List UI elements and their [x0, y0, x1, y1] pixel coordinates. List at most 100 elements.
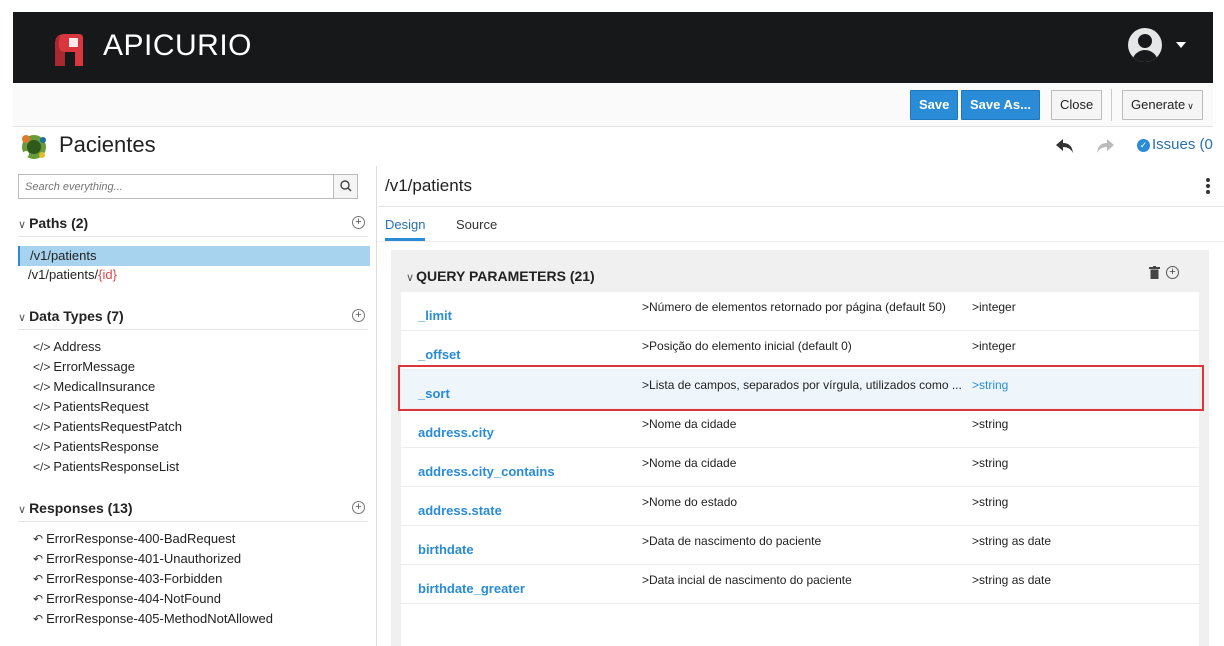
param-description-text: Nome do estado — [649, 495, 738, 509]
tab-design[interactable]: Design — [385, 217, 426, 241]
chevron-down-icon: ∨ — [1187, 101, 1194, 111]
param-name[interactable]: address.state — [418, 503, 502, 518]
code-icon: </> — [33, 380, 51, 394]
add-data-type-icon[interactable]: + — [352, 309, 365, 322]
app-brand: APICURIO — [103, 29, 253, 62]
undo-icon[interactable] — [1055, 137, 1075, 155]
query-parameters-header[interactable]: ∨ QUERY PARAMETERS (21) — [406, 268, 595, 284]
param-name[interactable]: birthdate — [418, 542, 474, 557]
data-type-item[interactable]: </> PatientsResponse — [33, 439, 159, 454]
data-types-section-header[interactable]: ∨ Data Types (7) + — [18, 308, 368, 330]
data-type-item[interactable]: </> MedicalInsurance — [33, 379, 155, 394]
data-type-item[interactable]: </> PatientsRequest — [33, 399, 149, 414]
search-input[interactable] — [19, 175, 333, 198]
param-description[interactable]: >Nome do estado — [642, 495, 737, 509]
param-type[interactable]: >integer — [972, 339, 1016, 353]
response-label: ErrorResponse-404-NotFound — [46, 591, 221, 606]
param-description-text: Nome da cidade — [649, 417, 737, 431]
paths-section-header[interactable]: ∨ Paths (2) + — [18, 215, 368, 237]
param-name[interactable]: _sort — [418, 386, 450, 401]
user-menu-caret-icon[interactable] — [1176, 42, 1186, 48]
save-as-button[interactable]: Save As... — [961, 90, 1040, 120]
search-icon — [340, 180, 352, 192]
param-type[interactable]: >string as date — [972, 534, 1051, 548]
path-title: /v1/patients — [385, 176, 472, 195]
param-type[interactable]: >string — [972, 378, 1008, 392]
param-type-text: string — [979, 456, 1009, 470]
param-type[interactable]: >string as date — [972, 573, 1051, 587]
generate-button[interactable]: Generate ∨ — [1122, 90, 1203, 120]
param-type-text: string — [979, 495, 1009, 509]
add-path-icon[interactable]: + — [352, 216, 365, 229]
response-item[interactable]: ↶ ErrorResponse-405-MethodNotAllowed — [33, 611, 273, 626]
param-type[interactable]: >integer — [972, 300, 1016, 314]
editor-toolbar: Save Save As... Close Generate ∨ — [13, 83, 1213, 127]
response-item[interactable]: ↶ ErrorResponse-401-Unauthorized — [33, 551, 241, 566]
divider — [378, 206, 1224, 207]
tab-source[interactable]: Source — [456, 217, 497, 238]
query-parameters-label: QUERY PARAMETERS (21) — [416, 268, 595, 284]
path-item-patients-id[interactable]: /v1/patients/{id} — [18, 265, 370, 285]
response-item[interactable]: ↶ ErrorResponse-403-Forbidden — [33, 571, 222, 586]
toolbar-divider — [1111, 89, 1112, 121]
kebab-menu-icon[interactable] — [1206, 178, 1210, 194]
query-param-row[interactable]: address.city_contains >Nome da cidade >s… — [401, 448, 1199, 487]
trash-icon[interactable] — [1149, 266, 1160, 279]
param-name[interactable]: address.city_contains — [418, 464, 555, 479]
apicurio-logo-icon — [55, 34, 83, 66]
param-name[interactable]: _offset — [418, 347, 461, 362]
param-description-text: Data incial de nascimento do paciente — [649, 573, 852, 587]
query-param-row[interactable]: birthdate_greater >Data incial de nascim… — [401, 565, 1199, 604]
divider — [378, 241, 1224, 242]
data-type-label: PatientsResponseList — [53, 459, 180, 474]
save-button[interactable]: Save — [910, 90, 959, 120]
param-name[interactable]: birthdate_greater — [418, 581, 525, 596]
param-name[interactable]: _limit — [418, 308, 452, 323]
issues-status[interactable]: ✓ Issues (0 — [1137, 136, 1213, 153]
query-param-row[interactable]: birthdate >Data de nascimento do pacient… — [401, 526, 1199, 565]
param-description[interactable]: >Nome da cidade — [642, 417, 736, 431]
query-param-row[interactable]: _limit >Número de elementos retornado po… — [401, 292, 1199, 331]
add-response-icon[interactable]: + — [352, 501, 365, 514]
param-description[interactable]: >Número de elementos retornado por págin… — [642, 300, 946, 314]
user-avatar[interactable] — [1128, 28, 1162, 62]
param-description[interactable]: >Posição do elemento inicial (default 0) — [642, 339, 852, 353]
query-param-row[interactable]: _offset >Posição do elemento inicial (de… — [401, 331, 1199, 370]
data-type-item[interactable]: </> Address — [33, 339, 101, 354]
add-query-parameter-icon[interactable]: + — [1166, 266, 1179, 279]
response-label: ErrorResponse-401-Unauthorized — [46, 551, 242, 566]
query-parameters-section: ∨ QUERY PARAMETERS (21) + _limit >Número … — [391, 250, 1209, 646]
data-type-item[interactable]: </> ErrorMessage — [33, 359, 135, 374]
close-button[interactable]: Close — [1051, 90, 1103, 120]
param-type[interactable]: >string — [972, 495, 1008, 509]
param-type-text: string as date — [979, 534, 1052, 548]
search-box — [18, 174, 358, 199]
responses-section-header[interactable]: ∨ Responses (13) + — [18, 500, 368, 522]
param-type[interactable]: >string — [972, 417, 1008, 431]
code-icon: </> — [33, 360, 51, 374]
search-button[interactable] — [333, 175, 357, 198]
paths-header-label: Paths (2) — [29, 215, 89, 231]
param-type[interactable]: >string — [972, 456, 1008, 470]
path-item-patients[interactable]: /v1/patients — [18, 246, 370, 266]
param-description-text: Lista de campos, separados por vírgula, … — [649, 378, 962, 392]
data-type-item[interactable]: </> PatientsRequestPatch — [33, 419, 182, 434]
query-param-row[interactable]: address.city >Nome da cidade >string — [401, 409, 1199, 448]
query-param-row-selected[interactable]: _sort >Lista de campos, separados por ví… — [398, 365, 1204, 411]
param-description[interactable]: >Data de nascimento do paciente — [642, 534, 821, 548]
param-type-text: integer — [979, 339, 1016, 353]
param-description[interactable]: >Data incial de nascimento do paciente — [642, 573, 852, 587]
data-type-item[interactable]: </> PatientsResponseList — [33, 459, 179, 474]
response-item[interactable]: ↶ ErrorResponse-400-BadRequest — [33, 531, 235, 546]
data-type-label: PatientsRequest — [53, 399, 149, 414]
code-icon: </> — [33, 400, 51, 414]
query-parameters-list: _limit >Número de elementos retornado po… — [398, 292, 1204, 646]
param-description[interactable]: >Lista de campos, separados por vírgula,… — [642, 378, 962, 392]
response-item[interactable]: ↶ ErrorResponse-404-NotFound — [33, 591, 221, 606]
data-types-header-label: Data Types (7) — [29, 308, 124, 324]
param-description[interactable]: >Nome da cidade — [642, 456, 736, 470]
query-param-row[interactable]: address.state >Nome do estado >string — [401, 487, 1199, 526]
responses-header-label: Responses (13) — [29, 500, 133, 516]
redo-icon[interactable] — [1095, 137, 1115, 155]
param-name[interactable]: address.city — [418, 425, 494, 440]
